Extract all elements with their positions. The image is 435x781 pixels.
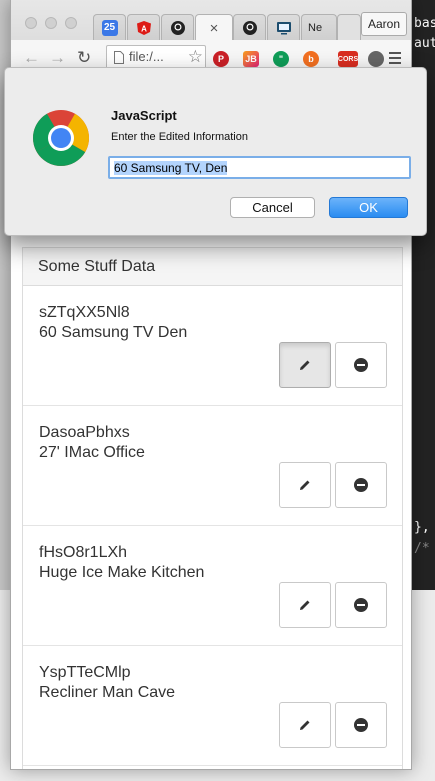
minus-circle-icon <box>354 718 368 732</box>
edit-button[interactable] <box>279 342 331 388</box>
pencil-icon <box>300 480 310 490</box>
minus-circle-icon <box>354 358 368 372</box>
close-window-button[interactable] <box>25 17 37 29</box>
forward-arrow-icon[interactable]: → <box>49 48 66 68</box>
reload-icon[interactable]: ↻ <box>77 48 91 68</box>
minus-circle-icon <box>354 478 368 492</box>
delete-button[interactable] <box>335 462 387 508</box>
tab-close-icon[interactable]: × <box>210 20 219 37</box>
browser-chrome: 25 A × Ne Aaron ← → ↻ file:/... ☆ P JB "… <box>11 0 411 74</box>
cancel-button[interactable]: Cancel <box>230 197 315 218</box>
tab-screen[interactable] <box>267 14 300 40</box>
minimize-window-button[interactable] <box>45 17 57 29</box>
editor-line: aut <box>414 36 435 51</box>
list-item: fHsO8r1LXh Huge Ice Make Kitchen <box>23 526 402 646</box>
list-item: YspTTeCMlp Recliner Man Cave <box>23 646 402 766</box>
tab-github-2[interactable] <box>233 14 266 40</box>
dialog-message: Enter the Edited Information <box>111 131 248 143</box>
item-description: Recliner Man Cave <box>39 684 176 701</box>
item-id: DasoaPbhxs <box>39 424 130 441</box>
editor-line: bas <box>414 16 435 31</box>
item-description: 60 Samsung TV Den <box>39 324 188 341</box>
hangouts-icon[interactable]: " <box>273 51 289 67</box>
jetbrains-icon[interactable]: JB <box>243 51 259 67</box>
tab-calendar[interactable]: 25 <box>93 14 126 40</box>
item-description: Huge Ice Make Kitchen <box>39 564 205 581</box>
tab-new[interactable]: Ne <box>301 14 337 40</box>
calendar-icon: 25 <box>101 19 118 36</box>
tab-active[interactable]: × <box>195 14 233 41</box>
github-icon <box>170 20 185 35</box>
pencil-icon <box>300 600 310 610</box>
item-id: fHsO8r1LXh <box>39 544 128 561</box>
item-id: sZTqXX5Nl8 <box>39 304 130 321</box>
cors-icon[interactable]: CORS <box>338 51 358 67</box>
svg-text:A: A <box>141 24 147 33</box>
delete-button[interactable] <box>335 582 387 628</box>
delete-button[interactable] <box>335 342 387 388</box>
tab-label: Ne <box>308 21 323 34</box>
stuff-data-panel: Some Stuff Data sZTqXX5Nl8 60 Samsung TV… <box>22 247 403 769</box>
page-icon <box>114 51 124 64</box>
github-icon <box>242 20 257 35</box>
item-description: 27' IMac Office <box>39 444 145 461</box>
monitor-icon <box>276 21 291 34</box>
back-arrow-icon[interactable]: ← <box>23 48 40 68</box>
editor-line: /* <box>414 541 430 556</box>
panel-heading: Some Stuff Data <box>23 248 402 286</box>
javascript-prompt-dialog: JavaScript Enter the Edited Information … <box>4 67 427 236</box>
prompt-input[interactable]: 60 Samsung TV, Den <box>108 156 411 179</box>
tab-angular[interactable]: A <box>127 14 160 40</box>
b-icon[interactable]: b <box>303 51 319 67</box>
editor-line: }, <box>414 520 430 535</box>
zoom-window-button[interactable] <box>65 17 77 29</box>
item-id: YspTTeCMlp <box>39 664 131 681</box>
pinterest-icon[interactable]: P <box>213 51 229 67</box>
list-item: sZTqXX5Nl8 60 Samsung TV Den <box>23 286 402 406</box>
bookmark-star-icon[interactable]: ☆ <box>188 46 203 68</box>
half-circle-icon[interactable] <box>368 51 384 67</box>
edit-button[interactable] <box>279 702 331 748</box>
ok-button[interactable]: OK <box>329 197 408 218</box>
chrome-logo-icon <box>33 110 89 166</box>
pencil-icon <box>300 360 310 370</box>
prompt-input-value: 60 Samsung TV, Den <box>114 161 228 175</box>
dialog-title: JavaScript <box>111 108 177 123</box>
pencil-icon <box>300 720 310 730</box>
delete-button[interactable] <box>335 702 387 748</box>
angular-icon: A <box>136 20 151 35</box>
new-tab-button[interactable] <box>337 14 361 40</box>
list-item: DasoaPbhxs 27' IMac Office <box>23 406 402 526</box>
menu-icon[interactable] <box>389 52 401 64</box>
edit-button[interactable] <box>279 462 331 508</box>
url-text: file:/... <box>129 49 164 64</box>
minus-circle-icon <box>354 598 368 612</box>
profile-button[interactable]: Aaron <box>360 12 407 36</box>
address-bar[interactable]: file:/... ☆ <box>106 45 206 69</box>
tab-github[interactable] <box>161 14 194 40</box>
edit-button[interactable] <box>279 582 331 628</box>
